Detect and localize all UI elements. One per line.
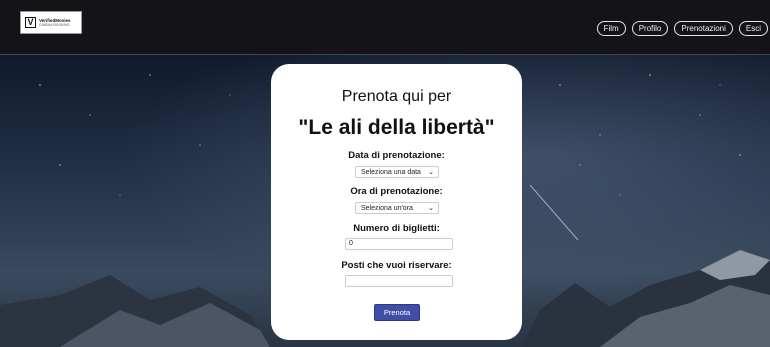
nav-menu: Film Profilo Prenotazioni Esci [596, 21, 768, 36]
submit-booking-button[interactable]: Prenota [374, 304, 420, 321]
booking-title: Prenota qui per [341, 88, 452, 105]
time-label: Ora di prenotazione: [350, 186, 443, 197]
top-navbar: V VerifiedMovies CINEMA BOOKING Film Pro… [0, 0, 770, 55]
seats-input[interactable] [345, 275, 453, 287]
logo-tagline: CINEMA BOOKING [39, 22, 70, 27]
date-label: Data di prenotazione: [348, 150, 445, 161]
tickets-label: Numero di biglietti: [353, 223, 440, 234]
chevron-down-icon: ⌄ [428, 169, 434, 176]
date-select-value: Seleziona una data [361, 169, 421, 176]
time-select-value: Seleziona un'ora [361, 205, 413, 212]
logo[interactable]: V VerifiedMovies CINEMA BOOKING [20, 11, 82, 34]
logo-mark: V [25, 17, 36, 28]
nav-film-link[interactable]: Film [596, 21, 626, 36]
seats-label: Posti che vuoi riservare: [341, 260, 452, 271]
chevron-down-icon: ⌄ [428, 205, 434, 212]
nav-logout-link[interactable]: Esci [738, 21, 768, 36]
nav-bookings-link[interactable]: Prenotazioni [674, 21, 733, 36]
movie-title: "Le ali della libertà" [298, 116, 495, 139]
tickets-input[interactable]: 0 [345, 238, 453, 250]
date-select[interactable]: Seleziona una data ⌄ [355, 166, 439, 178]
booking-card: Prenota qui per "Le ali della libertà" D… [271, 64, 522, 340]
time-select[interactable]: Seleziona un'ora ⌄ [355, 202, 439, 214]
nav-profile-link[interactable]: Profilo [631, 21, 669, 36]
